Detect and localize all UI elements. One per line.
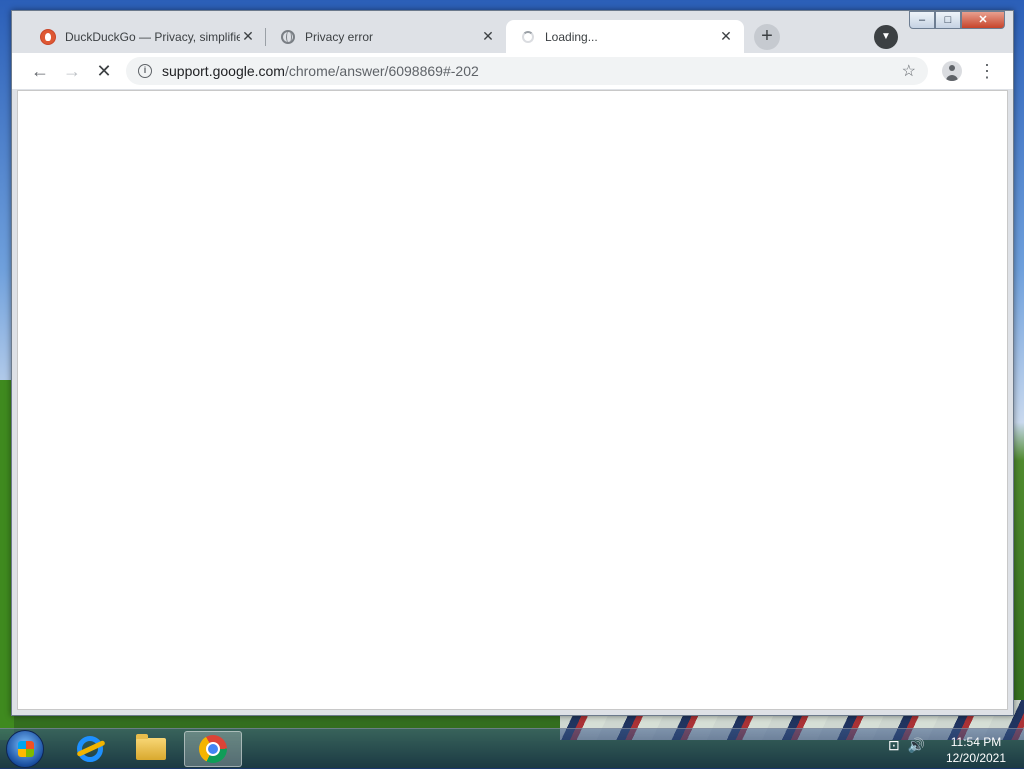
- new-tab-button[interactable]: +: [754, 24, 780, 50]
- network-icon[interactable]: ⊡: [888, 737, 900, 754]
- back-button[interactable]: ←: [27, 58, 53, 84]
- site-info-icon[interactable]: i: [138, 64, 152, 78]
- internet-explorer-icon: [77, 736, 103, 762]
- file-explorer-icon: [136, 734, 166, 760]
- stop-button[interactable]: ✕: [91, 58, 117, 84]
- clock-time: 11:54 PM: [950, 735, 1002, 749]
- start-button[interactable]: [6, 730, 44, 768]
- close-tab-icon[interactable]: ✕: [240, 28, 256, 45]
- taskbar-internet-explorer[interactable]: [61, 731, 119, 767]
- taskbar-file-explorer[interactable]: [122, 731, 180, 767]
- bookmark-star-icon[interactable]: ☆: [902, 61, 916, 81]
- tab-title: DuckDuckGo — Privacy, simplified.: [65, 29, 240, 44]
- duckduckgo-icon: [40, 28, 56, 45]
- globe-icon: [280, 29, 296, 45]
- chrome-window: DuckDuckGo — Privacy, simplified. ✕ Priv…: [11, 10, 1014, 716]
- browser-toolbar: ← → ✕ i support.google.com/chrome/answer…: [12, 53, 1013, 89]
- window-controls: – □ ✕: [909, 11, 1005, 31]
- tab-title: Loading...: [545, 29, 598, 44]
- loading-spinner-icon: [520, 29, 536, 45]
- arrow-right-icon: →: [63, 61, 81, 81]
- maximize-button[interactable]: □: [935, 11, 961, 29]
- arrow-left-icon: ←: [31, 61, 49, 81]
- tab-duckduckgo[interactable]: DuckDuckGo — Privacy, simplified. ✕: [26, 20, 266, 53]
- stop-icon: ✕: [96, 61, 112, 81]
- tab-loading[interactable]: Loading... ✕: [506, 20, 744, 53]
- kebab-menu-icon[interactable]: ⋮: [978, 61, 996, 81]
- url-path: /chrome/answer/6098869#-202: [284, 63, 479, 79]
- volume-icon[interactable]: 🔊: [908, 737, 925, 754]
- minimize-button[interactable]: –: [909, 11, 935, 29]
- tab-privacy-error[interactable]: Privacy error ✕: [266, 20, 506, 53]
- tab-search-button[interactable]: ▼: [874, 25, 898, 49]
- tab-title: Privacy error: [305, 29, 374, 44]
- chevron-down-icon: ▼: [881, 31, 891, 42]
- taskbar: ⊡ 🔊 11:54 PM 12/20/2021: [0, 728, 1024, 769]
- close-tab-icon[interactable]: ✕: [480, 28, 496, 45]
- forward-button[interactable]: →: [59, 58, 85, 84]
- system-clock[interactable]: 11:54 PM 12/20/2021: [936, 734, 1016, 766]
- address-bar[interactable]: i support.google.com/chrome/answer/60988…: [126, 57, 928, 85]
- system-tray: ⊡ 🔊: [888, 737, 925, 754]
- page-content: [17, 90, 1008, 710]
- profile-avatar-icon[interactable]: [942, 61, 962, 81]
- url-host: support.google.com: [162, 63, 285, 79]
- tab-strip: DuckDuckGo — Privacy, simplified. ✕ Priv…: [12, 11, 1013, 53]
- close-window-button[interactable]: ✕: [961, 11, 1005, 29]
- close-tab-icon[interactable]: ✕: [718, 28, 734, 45]
- chrome-icon: [199, 735, 227, 763]
- taskbar-chrome[interactable]: [184, 731, 242, 767]
- clock-date: 12/20/2021: [945, 751, 1007, 765]
